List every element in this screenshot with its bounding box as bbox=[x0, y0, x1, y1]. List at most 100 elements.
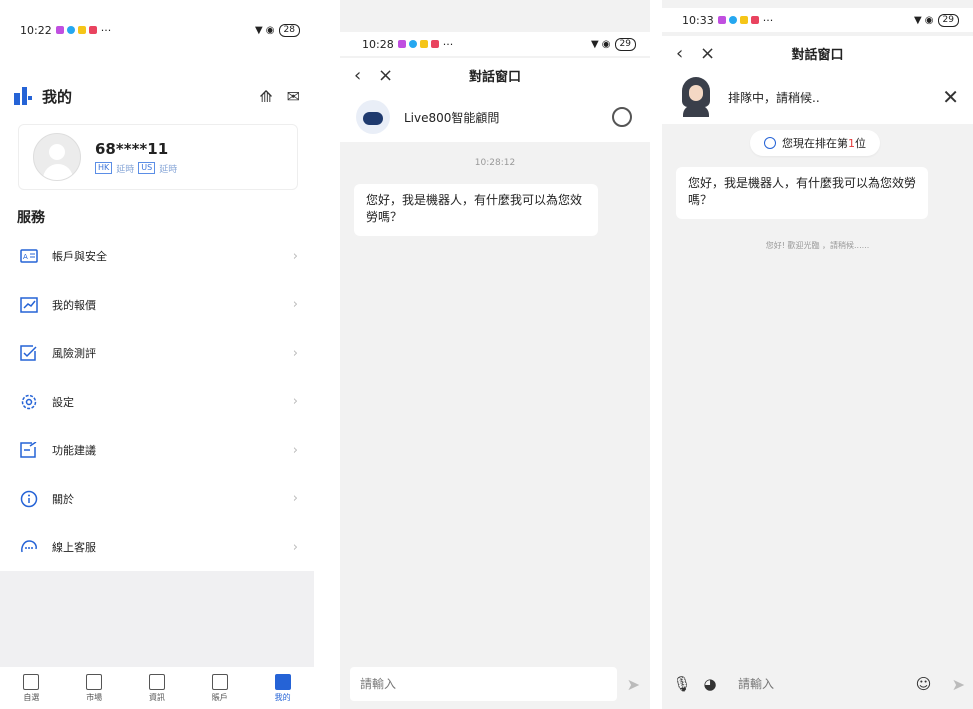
message-input[interactable] bbox=[350, 667, 617, 701]
hk-delay-label: 延時 bbox=[116, 164, 135, 175]
id-card-icon: A bbox=[18, 245, 40, 267]
menu-item-my-quotes[interactable]: 我的報價 › bbox=[0, 281, 314, 330]
menu-item-feedback[interactable]: 功能建議 › bbox=[0, 426, 314, 475]
hk-tag: HK bbox=[95, 162, 113, 174]
app-logo-icon bbox=[14, 87, 32, 105]
info-icon bbox=[18, 488, 40, 510]
more-indicator: ··· bbox=[762, 13, 774, 27]
chat-nav: ‹ × 對話窗口 bbox=[662, 36, 973, 70]
tab-label: 自選 bbox=[23, 692, 40, 702]
tab-market[interactable]: 市場 bbox=[86, 673, 103, 703]
tab-account[interactable]: 賬戶 bbox=[211, 673, 228, 703]
bot-message: 您好，我是機器人，有什麼我可以為您效勞嗎？ bbox=[354, 184, 598, 236]
us-delay-label: 延時 bbox=[159, 164, 178, 175]
send-icon[interactable]: ➤ bbox=[952, 675, 965, 694]
profile-card[interactable]: 68****11 HK 延時 US 延時 bbox=[18, 124, 298, 190]
notification-icons bbox=[717, 16, 759, 24]
page-title: 我的 bbox=[42, 87, 73, 106]
microphone-icon[interactable]: 🎙 bbox=[672, 674, 692, 694]
gear-icon bbox=[18, 391, 40, 413]
tab-label: 我的 bbox=[274, 692, 291, 702]
menu-item-risk-assessment[interactable]: 風險測評 › bbox=[0, 329, 314, 378]
signal-icon: ▼ ◉ bbox=[913, 14, 934, 26]
end-chat-icon[interactable]: ✕ bbox=[942, 85, 959, 109]
menu-label: 功能建議 bbox=[52, 444, 96, 458]
status-time: 10:28 bbox=[362, 37, 394, 51]
status-time: 10:33 bbox=[682, 13, 714, 27]
bot-chat-screen: 10:28 ··· ▼ ◉ 29 ‹ × 對話窗口 Live800智能顧問 10… bbox=[340, 0, 650, 709]
back-icon[interactable]: ‹ bbox=[354, 65, 378, 86]
services-menu: A 帳戶與安全 › 我的報價 › 風險測評 › 設定 › 功能建議 › 關於 › bbox=[0, 232, 314, 572]
chevron-right-icon: › bbox=[292, 345, 298, 361]
tab-news[interactable]: 資訊 bbox=[148, 673, 165, 703]
back-icon[interactable]: ‹ bbox=[676, 43, 700, 64]
signal-icon: ▼ ◉ bbox=[590, 38, 611, 50]
checklist-icon bbox=[18, 342, 40, 364]
close-icon[interactable]: × bbox=[378, 65, 402, 86]
chevron-right-icon: › bbox=[292, 491, 298, 507]
menu-label: 我的報價 bbox=[52, 298, 96, 312]
more-indicator: ··· bbox=[100, 23, 112, 37]
status-bar: 10:22 ··· ▼ ◉ 28 bbox=[0, 18, 314, 42]
account-number: 68****11 bbox=[95, 139, 169, 158]
system-message: 您好! 歡迎光臨 ，請稍候...... bbox=[765, 241, 870, 250]
chat-nav: ‹ × 對話窗口 bbox=[340, 58, 650, 92]
queue-chat-screen: 10:33 ··· ▼ ◉ 29 ‹ × 對話窗口 排隊中，請稍候.. ✕ 您現… bbox=[662, 0, 973, 709]
chevron-right-icon: › bbox=[292, 394, 298, 410]
menu-item-account-security[interactable]: A 帳戶與安全 › bbox=[0, 232, 314, 281]
message-timestamp: 10:28:12 bbox=[474, 158, 516, 168]
bottom-tab-bar: 自選 市場 資訊 賬戶 我的 bbox=[0, 667, 314, 709]
watchlist-icon bbox=[23, 673, 40, 690]
svg-text:A: A bbox=[23, 253, 28, 261]
close-icon[interactable]: × bbox=[700, 43, 724, 64]
agent-avatar bbox=[680, 77, 712, 117]
mail-icon[interactable]: ✉ bbox=[287, 87, 300, 106]
input-bar: ➤ bbox=[340, 659, 650, 709]
agent-bar: 排隊中，請稍候.. ✕ bbox=[662, 70, 973, 124]
avatar[interactable] bbox=[33, 133, 81, 181]
profile-screen: 10:22 ··· ▼ ◉ 28 我的 ⟰ ✉ 68****11 HK 延時 U… bbox=[0, 0, 314, 709]
input-bar: 🎙 ◕ ☺ ➤ bbox=[662, 659, 973, 709]
menu-label: 風險測評 bbox=[52, 347, 96, 361]
status-bar: 10:33 ··· ▼ ◉ 29 bbox=[662, 8, 973, 32]
market-icon bbox=[86, 673, 103, 690]
queue-status: 排隊中，請稍候.. bbox=[728, 90, 820, 105]
status-time: 10:22 bbox=[20, 23, 52, 37]
signal-icon: ▼ ◉ bbox=[254, 24, 275, 36]
battery-icon: 28 bbox=[278, 23, 300, 37]
chevron-right-icon: › bbox=[292, 297, 298, 313]
menu-item-settings[interactable]: 設定 › bbox=[0, 378, 314, 427]
agent-name: Live800智能顧問 bbox=[404, 110, 500, 125]
battery-icon: 29 bbox=[937, 13, 959, 27]
emoji-sticker-icon[interactable]: ◕ bbox=[700, 674, 720, 694]
queue-suffix: 位 bbox=[855, 137, 866, 150]
us-tag: US bbox=[138, 162, 156, 174]
message-input[interactable] bbox=[728, 667, 906, 701]
tab-mine[interactable]: 我的 bbox=[274, 673, 291, 703]
user-icon bbox=[274, 673, 291, 690]
headset-icon[interactable] bbox=[612, 107, 632, 127]
menu-label: 帳戶與安全 bbox=[52, 250, 107, 264]
bot-message: 您好，我是機器人，有什麼我可以為您效勞嗎？ bbox=[676, 167, 928, 219]
more-indicator: ··· bbox=[442, 37, 454, 51]
menu-item-about[interactable]: 關於 › bbox=[0, 475, 314, 524]
notification-icons bbox=[55, 26, 97, 34]
queue-number: 1 bbox=[848, 137, 855, 150]
smiley-icon[interactable]: ☺ bbox=[914, 674, 934, 694]
queue-prefix: 您現在排在第 bbox=[782, 137, 848, 150]
chevron-right-icon: › bbox=[292, 442, 298, 458]
battery-icon: 29 bbox=[614, 37, 636, 51]
queue-position-badge: 您現在排在第1位 bbox=[750, 130, 880, 156]
menu-item-online-support[interactable]: 線上客服 › bbox=[0, 523, 314, 572]
notification-icons bbox=[397, 40, 439, 48]
bot-avatar bbox=[356, 100, 390, 134]
agent-bar: Live800智能顧問 bbox=[340, 92, 650, 142]
share-icon[interactable]: ⟰ bbox=[259, 87, 272, 106]
tab-label: 資訊 bbox=[148, 692, 165, 702]
chevron-right-icon: › bbox=[292, 248, 298, 264]
tab-watchlist[interactable]: 自選 bbox=[23, 673, 40, 703]
clock-icon bbox=[764, 137, 776, 149]
menu-label: 線上客服 bbox=[52, 541, 96, 555]
send-icon[interactable]: ➤ bbox=[627, 675, 640, 694]
tab-label: 市場 bbox=[86, 692, 103, 702]
